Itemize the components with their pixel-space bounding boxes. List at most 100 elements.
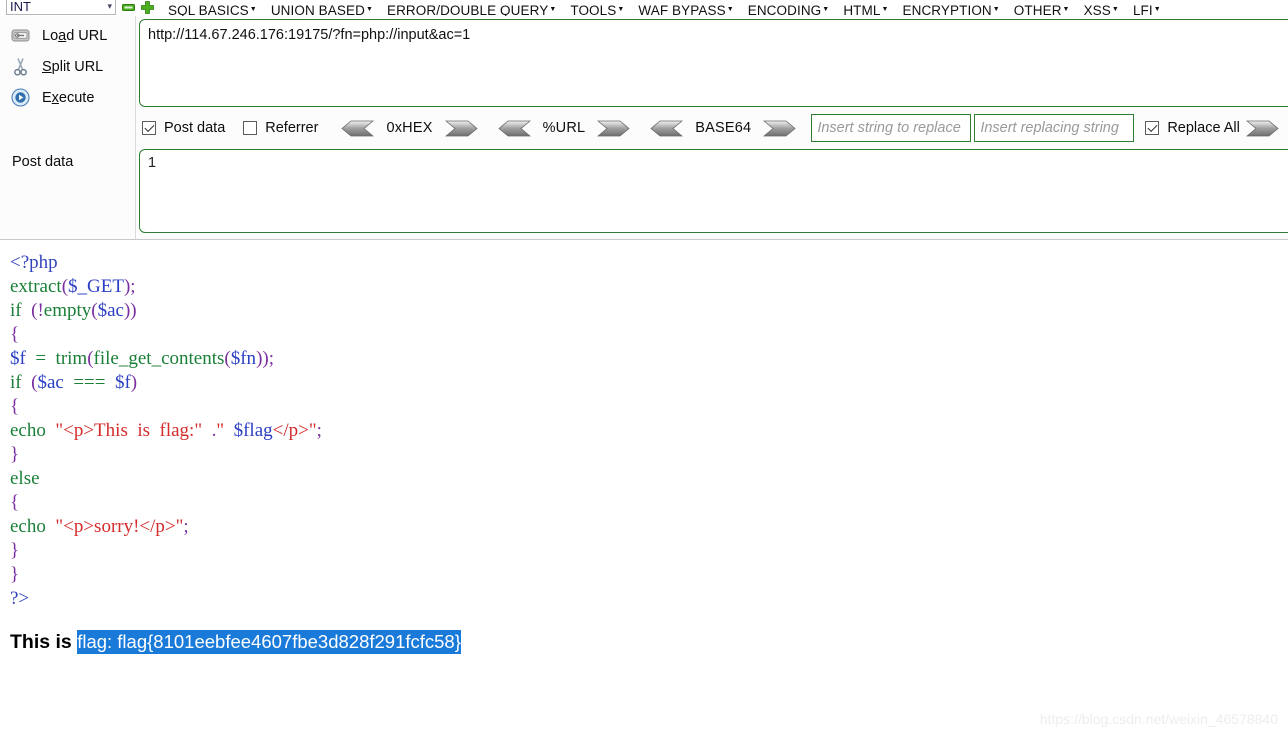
checkbox-box: [1145, 121, 1160, 135]
scissors-icon: [10, 57, 30, 77]
encoder-group-hex: 0xHEX: [340, 120, 478, 137]
encode-right-arrow-icon[interactable]: [444, 120, 479, 137]
decode-left-arrow-icon[interactable]: [340, 120, 375, 137]
code-line: echo "<p>This is flag:" ." $flag</p>";: [10, 419, 322, 443]
caret-down-icon: ▼: [881, 6, 889, 13]
menu-item-encoding[interactable]: ENCODING▼: [748, 3, 830, 16]
menu-item-label: XSS: [1083, 2, 1111, 16]
caret-down-icon: ▼: [617, 6, 625, 13]
decode-left-arrow-icon[interactable]: [497, 120, 531, 137]
menu-item-waf-bypass[interactable]: WAF BYPASS▼: [638, 2, 733, 16]
menu-item-html[interactable]: HTML▼: [843, 3, 889, 16]
replace-search-placeholder: Insert string to replace: [817, 120, 961, 136]
blog-watermark: https://blog.csdn.net/weixin_46578840: [1039, 711, 1278, 727]
caret-down-icon: ▼: [549, 6, 557, 13]
code-line: ?>: [10, 587, 322, 611]
execute-button[interactable]: Execute: [0, 82, 135, 113]
replace-apply-arrow-icon[interactable]: [1245, 120, 1280, 137]
code-token: }: [10, 540, 20, 561]
caret-down-icon: ▼: [249, 6, 257, 13]
encode-right-arrow-icon[interactable]: [597, 120, 631, 137]
menu-item-label: UNION BASED: [270, 2, 365, 16]
selected-flag-text[interactable]: flag: flag{8101eebfee4607fbe3d828f291fcf…: [77, 630, 461, 654]
code-token: else: [10, 468, 40, 489]
plus-icon[interactable]: [141, 1, 154, 14]
url-input[interactable]: http://114.67.246.176:19175/?fn=php://in…: [139, 19, 1288, 107]
code-token: $flag: [233, 420, 273, 441]
code-token: trim: [55, 348, 88, 369]
menu-item-list: SQL BASICS▼ UNION BASED▼ ERROR/DOUBLE QU…: [168, 2, 1161, 16]
checkbox-box: [243, 121, 258, 135]
code-token: ));: [256, 348, 274, 369]
hackbar-menubar: INT ▾ SQL BASICS▼ UNION BASED▼ ERROR/DOU…: [0, 0, 1288, 16]
code-line: else: [10, 467, 322, 491]
encoder-group-base64: BASE64: [649, 120, 797, 137]
load-url-label: Load URL: [42, 27, 108, 44]
post-data-section-label: Post data: [12, 154, 74, 170]
code-token: echo: [10, 516, 46, 537]
injection-type-select[interactable]: INT ▾: [6, 0, 116, 15]
menu-item-xss[interactable]: XSS▼: [1083, 2, 1119, 16]
page-content: <?php extract($_GET); if (!empty($ac)){$f …: [0, 241, 1288, 735]
code-token: ?>: [10, 588, 30, 609]
split-url-label: Split URL: [42, 58, 104, 75]
decode-left-arrow-icon[interactable]: [649, 120, 684, 137]
code-token: $f: [10, 348, 26, 369]
hackbar-fields-column: http://114.67.246.176:19175/?fn=php://in…: [136, 16, 1288, 239]
code-token: {: [10, 324, 20, 345]
code-token: ): [130, 372, 138, 393]
replace-search-input[interactable]: Insert string to replace: [811, 114, 972, 142]
caret-down-icon: ▼: [365, 6, 373, 13]
code-token: $_GET: [68, 276, 124, 297]
post-data-checkbox[interactable]: Post data: [142, 120, 225, 136]
execute-label: Execute: [42, 89, 95, 106]
replace-with-placeholder: Insert replacing string: [980, 120, 1119, 136]
menu-item-label: OTHER: [1013, 2, 1062, 16]
post-data-textarea[interactable]: 1: [139, 149, 1288, 233]
code-line: {: [10, 395, 322, 419]
split-url-button[interactable]: Split URL: [0, 51, 135, 82]
menu-item-label: WAF BYPASS: [638, 2, 726, 16]
code-token: =: [25, 348, 56, 369]
code-token: "<p>sorry!</p>": [55, 516, 184, 537]
menu-item-error-double-query[interactable]: ERROR/DOUBLE QUERY▼: [387, 3, 557, 16]
load-url-button[interactable]: Load URL: [0, 20, 135, 51]
result-prefix-text: This is: [10, 631, 78, 653]
caret-down-icon: ▼: [1111, 6, 1119, 13]
code-token: )): [123, 300, 137, 321]
code-token: echo: [10, 420, 46, 441]
code-line: {: [10, 491, 322, 515]
code-token: <?php: [10, 252, 58, 273]
menu-item-lfi[interactable]: LFI▼: [1133, 3, 1161, 16]
replace-all-checkbox[interactable]: Replace All: [1145, 120, 1240, 136]
replace-with-input[interactable]: Insert replacing string: [974, 114, 1135, 142]
menu-item-other[interactable]: OTHER▼: [1013, 2, 1070, 16]
code-token: }: [10, 444, 20, 465]
code-line: }: [10, 443, 322, 467]
php-source-code: <?php extract($_GET); if (!empty($ac)){$f …: [10, 251, 322, 611]
code-line: extract($_GET);: [10, 275, 322, 299]
minus-icon[interactable]: [122, 1, 135, 14]
code-token: $ac: [97, 300, 124, 321]
code-token: file_get_contents: [93, 348, 225, 369]
flag-result-line: This is flag: flag{8101eebfee4607fbe3d82…: [10, 630, 461, 654]
menu-item-tools[interactable]: TOOLS▼: [570, 3, 625, 16]
menu-item-encryption[interactable]: ENCRYPTION▼: [902, 2, 1000, 16]
code-token: if: [10, 372, 22, 393]
menu-item-sql-basics[interactable]: SQL BASICS▼: [168, 3, 257, 16]
encode-right-arrow-icon[interactable]: [763, 120, 797, 137]
referrer-checkbox-label: Referrer: [265, 120, 319, 136]
code-token: (: [21, 372, 38, 393]
injection-type-value: INT: [10, 0, 31, 12]
code-token: ": [216, 420, 234, 441]
code-token: }: [10, 564, 20, 585]
code-token: ===: [63, 372, 115, 393]
menu-item-union-based[interactable]: UNION BASED▼: [270, 2, 373, 16]
menu-item-label: ENCRYPTION: [902, 2, 992, 16]
referrer-checkbox[interactable]: Referrer: [243, 120, 318, 136]
encoder-name-base64: BASE64: [695, 120, 752, 136]
code-line: }: [10, 539, 322, 563]
code-line: if ($ac === $f): [10, 371, 322, 395]
code-line: }: [10, 563, 322, 587]
